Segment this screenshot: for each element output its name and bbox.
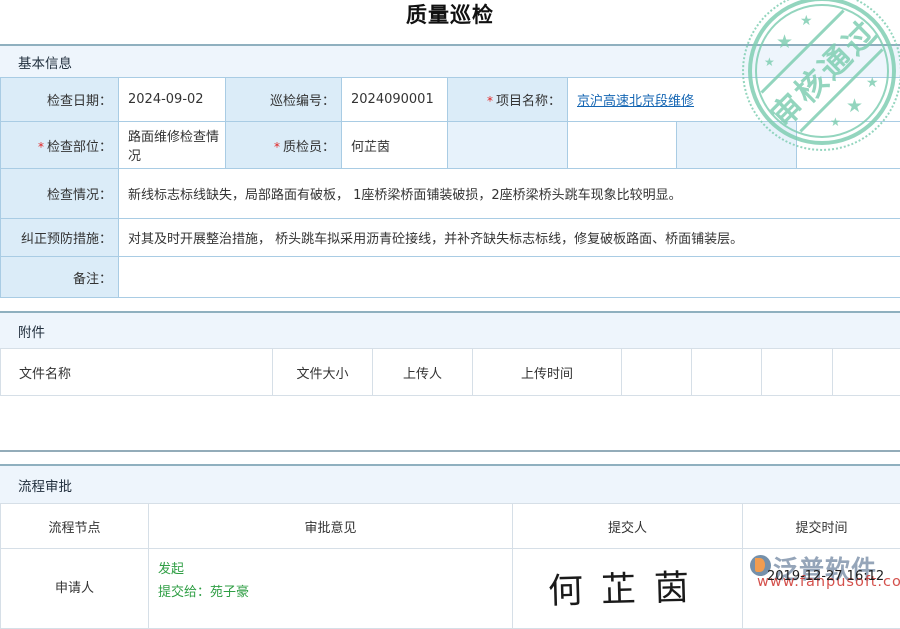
flow-col-submittime: 提交时间 [743, 504, 900, 549]
corrective-value: 对其及时开展整治措施， 桥头跳车拟采用沥青砼接线，并补齐缺失标志标线，修复破板路… [119, 219, 900, 257]
flow-col-opinion: 审批意见 [149, 504, 513, 549]
attachments-bottom-border [0, 450, 900, 452]
inspect-result-value: 新线标志标线缺失，局部路面有破板， 1座桥梁桥面铺装破损，2座桥梁桥头跳车现象比… [119, 169, 900, 219]
inspect-part-value: 路面维修检查情况 [119, 122, 226, 169]
remark-value [119, 257, 900, 298]
approval-opinion: 发起 提交给：苑子豪 [149, 549, 513, 629]
approval-submitter-cell: 何芷茵 [513, 549, 743, 629]
approval-node: 申请人 [1, 549, 149, 629]
inspect-date-value: 2024-09-02 [119, 78, 226, 122]
section-attachments-title: 附件 [18, 321, 45, 341]
empty-cell [448, 122, 568, 169]
attach-col-filename: 文件名称 [1, 349, 273, 396]
approval-time-cell: 泛普软件 www.fanpusoft.com 2019-12-27 16:12 [743, 549, 900, 629]
section-attachments: 附件 [0, 311, 900, 348]
approval-row: 申请人 发起 提交给：苑子豪 何芷茵 泛普软件 www.fanpusoft.co… [1, 549, 900, 629]
inspect-date-label: 检查日期： [1, 78, 119, 122]
project-name-label: *项目名称： [448, 78, 568, 122]
section-approval-flow-title: 流程审批 [18, 475, 72, 495]
attach-col-uploadtime: 上传时间 [473, 349, 622, 396]
section-basic-info: 基本信息 [0, 44, 900, 77]
project-name-cell: 京沪高速北京段维修 [568, 78, 900, 122]
inspect-part-label: *检查部位： [1, 122, 119, 169]
flow-col-node: 流程节点 [1, 504, 149, 549]
attachments-table: 文件名称 文件大小 上传人 上传时间 [0, 348, 900, 396]
empty-cell [692, 349, 762, 396]
inspector-label: *质检员： [226, 122, 342, 169]
flow-col-submitter: 提交人 [513, 504, 743, 549]
patrol-no-value: 2024090001 [342, 78, 448, 122]
approval-table: 流程节点 审批意见 提交人 提交时间 申请人 发起 提交给：苑子豪 何芷茵 泛普… [0, 503, 900, 629]
required-marker: * [487, 94, 493, 108]
remark-label: 备注： [1, 257, 119, 298]
approval-opinion-action: 发起 [158, 559, 512, 582]
patrol-no-label: 巡检编号： [226, 78, 342, 122]
approval-opinion-submitto: 提交给：苑子豪 [158, 582, 512, 605]
project-name-link[interactable]: 京沪高速北京段维修 [577, 94, 694, 109]
empty-cell [622, 349, 692, 396]
required-marker: * [274, 140, 280, 154]
empty-cell [568, 122, 677, 169]
page-title: 质量巡检 [0, 0, 900, 30]
attach-col-uploader: 上传人 [373, 349, 473, 396]
corrective-label: 纠正预防措施： [1, 219, 119, 257]
section-approval-flow: 流程审批 [0, 464, 900, 503]
handwritten-signature: 何芷茵 [547, 559, 707, 614]
empty-cell [797, 122, 900, 169]
inspector-value: 何芷茵 [342, 122, 448, 169]
inspect-result-label: 检查情况： [1, 169, 119, 219]
required-marker: * [38, 140, 44, 154]
empty-cell [833, 349, 900, 396]
attach-col-filesize: 文件大小 [273, 349, 373, 396]
empty-cell [677, 122, 797, 169]
section-basic-info-title: 基本信息 [18, 52, 72, 72]
basic-info-table: 检查日期： 2024-09-02 巡检编号： 2024090001 *项目名称：… [0, 77, 900, 298]
submit-time: 2019-12-27 16:12 [767, 569, 884, 584]
empty-cell [762, 349, 833, 396]
